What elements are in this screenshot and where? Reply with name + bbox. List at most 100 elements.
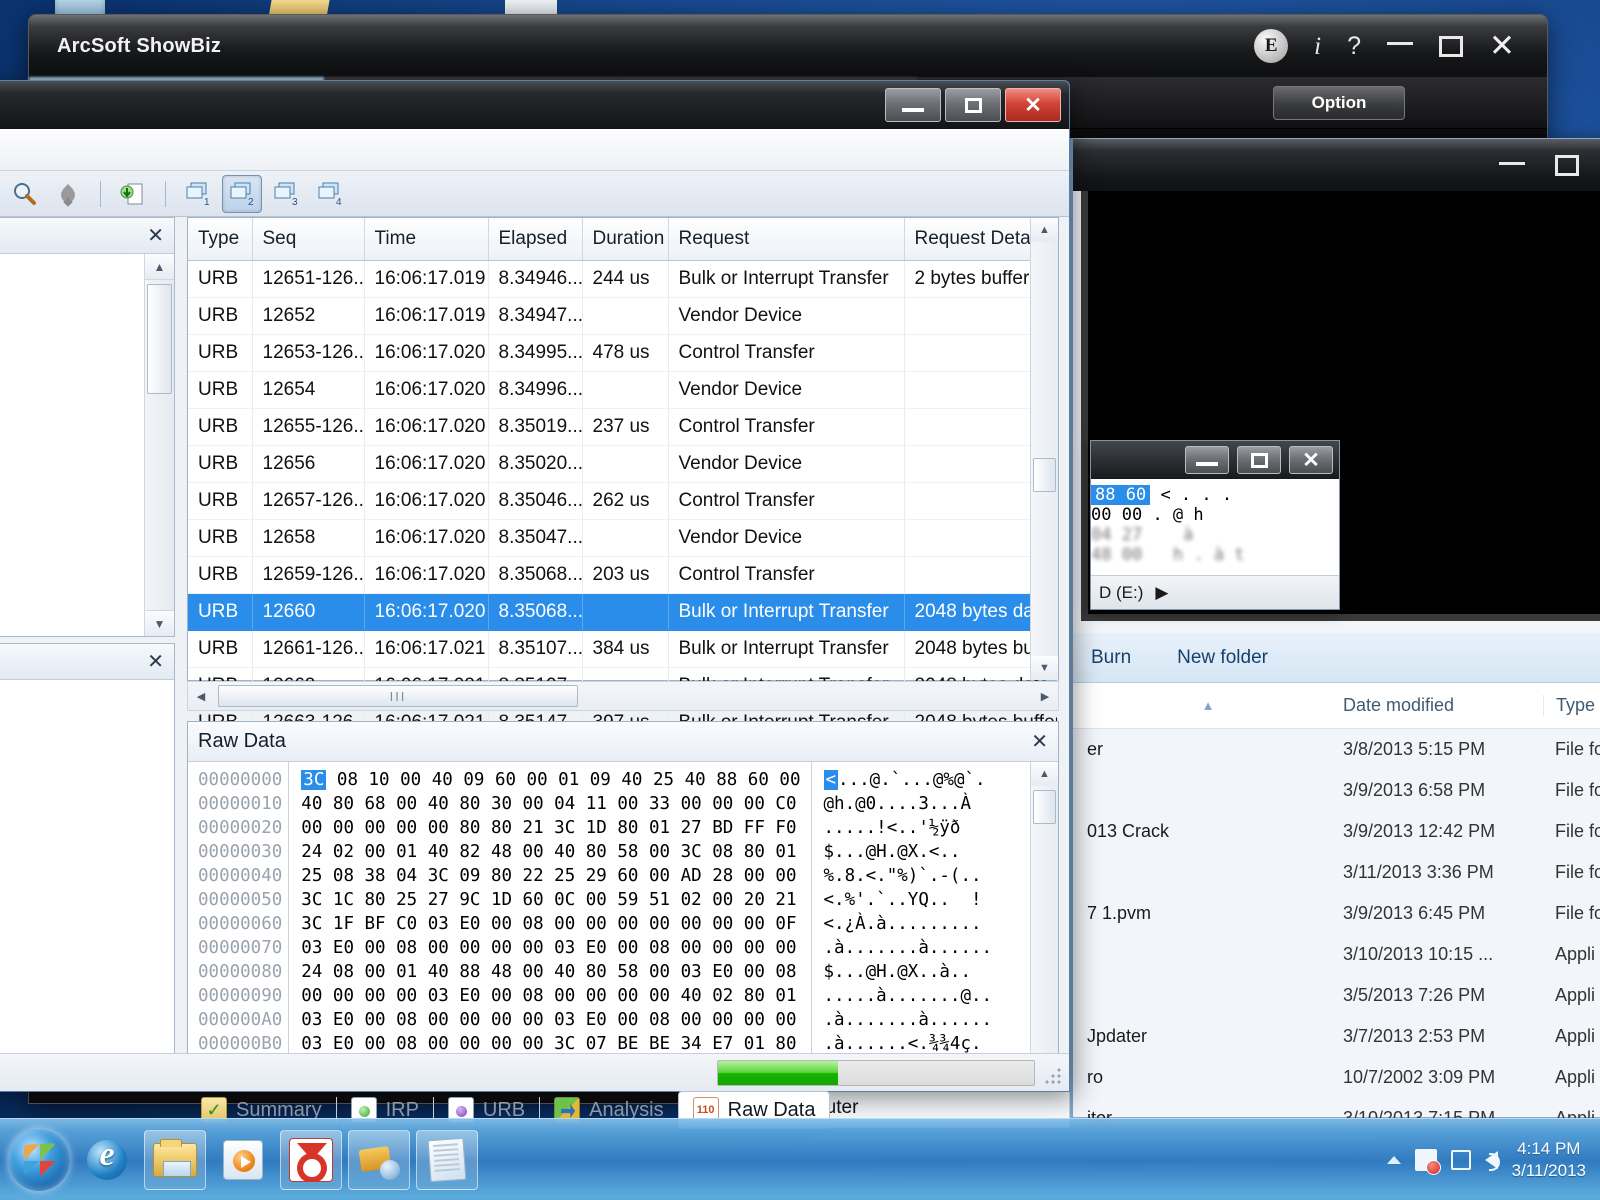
usb-monitor-titlebar[interactable]: ✕	[0, 81, 1069, 129]
devices-pane[interactable]: ✕ er - 2658 n Device ▲ ▼	[0, 217, 175, 637]
notepad-icon[interactable]	[416, 1129, 478, 1190]
hex-bytes-column[interactable]: 3C 08 10 00 40 09 60 00 01 09 40 25 40 8…	[288, 762, 801, 1078]
hex-bytes-row[interactable]: 3C 1F BF C0 03 E0 00 08 00 00 00 00 00 0…	[301, 912, 800, 936]
info-icon[interactable]: i	[1314, 34, 1321, 59]
hex-bytes-row[interactable]: 03 E0 00 08 00 00 00 00 03 E0 00 08 00 0…	[301, 1008, 800, 1032]
hex-selected-byte[interactable]: 3C	[301, 770, 327, 790]
explorer-row[interactable]: 3/9/2013 6:58 PM File fo	[1073, 770, 1600, 811]
showbiz-window-buttons[interactable]: E i ? ✕	[1254, 29, 1533, 63]
system-tray[interactable]: 4:14 PM 3/11/2013	[1386, 1138, 1600, 1181]
close-icon[interactable]: ✕	[147, 652, 164, 672]
column-type[interactable]: Type	[1543, 695, 1600, 716]
chevron-right-icon[interactable]: ▶	[1155, 583, 1168, 603]
minimize-icon[interactable]	[1387, 41, 1414, 45]
table-row[interactable]: URB 12660 16:06:17.020 8.35068... Bulk or In…	[188, 593, 1058, 631]
hex-bytes-row[interactable]: 24 02 00 01 40 82 48 00 40 80 58 00 3C 0…	[301, 840, 800, 864]
flag-error-icon[interactable]	[1414, 1148, 1441, 1175]
minimize-icon[interactable]	[1185, 446, 1229, 474]
scroll-right-icon[interactable]: ▶	[1032, 690, 1058, 703]
explorer-row[interactable]: 7 1.pvm 3/9/2013 6:45 PM File fo	[1073, 893, 1600, 934]
e-badge-icon[interactable]: E	[1254, 29, 1289, 63]
table-row[interactable]: URB 12655-126... 16:06:17.020 8.35019... 237…	[188, 408, 1058, 446]
explorer-column-header[interactable]: ▲ Date modified Type	[1073, 683, 1600, 729]
hex-bytes-row[interactable]: 40 80 68 00 40 80 30 00 04 11 00 33 00 0…	[301, 792, 800, 816]
window-4-icon[interactable]: 4	[310, 175, 350, 213]
windows-media-player-icon[interactable]	[212, 1130, 274, 1190]
hex-viewer[interactable]: 00000000 00000010 00000020 00000030 00000040…	[188, 762, 1058, 1078]
scroll-left-icon[interactable]: ◀	[188, 690, 214, 703]
explorer-titlebar[interactable]: ✕	[1073, 139, 1600, 191]
file-name[interactable]: er	[1073, 739, 1343, 760]
window-1-icon[interactable]: 1	[178, 175, 218, 213]
explorer-row[interactable]: ro 10/7/2002 3:09 PM Appli	[1073, 1057, 1600, 1098]
usb-event-grid[interactable]: Type Seq Time Elapsed Duration Request R…	[187, 217, 1059, 779]
scroll-up-icon[interactable]: ▲	[1031, 762, 1058, 786]
column-date-modified[interactable]: Date modified	[1343, 695, 1543, 716]
resize-grip[interactable]	[1043, 1066, 1065, 1088]
table-row[interactable]: URB 12661-126... 16:06:17.021 8.35107... 384…	[188, 630, 1058, 668]
explorer-row[interactable]: Jpdater 3/7/2013 2:53 PM Appli	[1073, 1016, 1600, 1057]
grid-horizontal-scrollbar[interactable]: ◀ III ▶	[187, 681, 1059, 711]
windows-start-orb-icon[interactable]	[8, 1128, 70, 1191]
column-request[interactable]: Request	[668, 218, 905, 261]
cd-burner-icon[interactable]	[280, 1129, 342, 1190]
minimize-icon[interactable]	[885, 88, 941, 122]
devices-scrollbar[interactable]: ▲ ▼	[144, 254, 174, 636]
window-2-icon[interactable]: 2	[222, 174, 262, 213]
explorer-command-bar[interactable]: Burn New folder	[1073, 633, 1600, 683]
table-row[interactable]: URB 12658 16:06:17.020 8.35047... Vendor Dev…	[188, 519, 1058, 557]
help-icon[interactable]: ?	[1347, 33, 1361, 59]
windows-explorer-window[interactable]: ✕ Burn New folder ▲ Date modified Type e…	[1070, 138, 1600, 1200]
table-row[interactable]: URB 12659-126... 16:06:17.020 8.35068... 203…	[188, 556, 1058, 594]
minimize-icon[interactable]	[1499, 161, 1526, 165]
close-icon[interactable]: ✕	[1031, 729, 1048, 754]
table-row[interactable]: URB 12657-126... 16:06:17.020 8.35046... 262…	[188, 482, 1058, 520]
hex-bytes-row[interactable]: 03 E0 00 08 00 00 00 00 03 E0 00 08 00 0…	[301, 936, 800, 960]
close-icon[interactable]: ✕	[147, 226, 164, 246]
scroll-up-icon[interactable]: ▲	[1031, 218, 1058, 242]
column-duration[interactable]: Duration	[582, 218, 669, 261]
float-hex-titlebar[interactable]: ✕	[1091, 441, 1339, 479]
scroll-thumb[interactable]	[1033, 458, 1056, 492]
file-name[interactable]: ro	[1073, 1067, 1343, 1088]
usb-monitor-menubar[interactable]	[0, 129, 1069, 171]
explorer-row[interactable]: 3/10/2013 10:15 ... Appli	[1073, 934, 1600, 975]
maximize-icon[interactable]	[1555, 154, 1580, 176]
network-icon[interactable]	[1450, 1149, 1471, 1170]
hex-bytes-row[interactable]: 3C 1C 80 25 27 9C 1D 60 0C 00 59 51 02 0…	[301, 888, 800, 912]
clock[interactable]: 4:14 PM 3/11/2013	[1512, 1138, 1586, 1181]
windows-taskbar[interactable]: 4:14 PM 3/11/2013	[0, 1118, 1600, 1200]
column-time[interactable]: Time	[364, 218, 489, 261]
file-name[interactable]: 7 1.pvm	[1073, 903, 1343, 924]
scroll-thumb[interactable]	[147, 284, 172, 394]
scroll-down-icon[interactable]: ▼	[1031, 656, 1058, 680]
close-icon[interactable]: ✕	[1005, 88, 1061, 122]
properties-pane[interactable]: ✕	[0, 643, 175, 1063]
new-folder-button[interactable]: New folder	[1177, 647, 1268, 669]
table-row[interactable]: URB 12651-126... 16:06:17.019 8.34946... 244…	[188, 260, 1058, 298]
raw-data-pane[interactable]: Raw Data ✕ 00000000 00000010 00000020 00000…	[187, 721, 1059, 1079]
restore-icon[interactable]	[1237, 446, 1281, 474]
export-icon[interactable]	[113, 175, 153, 213]
showbiz-titlebar[interactable]: ArcSoft ShowBiz E i ? ✕	[29, 15, 1547, 77]
close-icon[interactable]: ✕	[1289, 446, 1333, 474]
column-type[interactable]: Type	[188, 218, 253, 261]
column-seq[interactable]: Seq	[252, 218, 365, 261]
scroll-thumb[interactable]: III	[218, 685, 578, 707]
speaker-icon[interactable]	[1484, 1150, 1500, 1171]
usb-monitor-toolbar[interactable]: 1 2 3 4	[0, 171, 1069, 217]
explorer-row[interactable]: er 3/8/2013 5:15 PM File fo	[1073, 729, 1600, 770]
arcsoft-showbiz-icon[interactable]	[348, 1129, 410, 1190]
table-row[interactable]: URB 12656 16:06:17.020 8.35020... Vendor Dev…	[188, 445, 1058, 483]
float-hex-drive-strip[interactable]: D (E:) ▶	[1091, 575, 1339, 609]
jump-icon[interactable]	[48, 175, 88, 213]
close-icon[interactable]: ✕	[1489, 30, 1515, 61]
window-3-icon[interactable]: 3	[266, 175, 306, 213]
windows-explorer-icon[interactable]	[144, 1129, 206, 1190]
internet-explorer-icon[interactable]	[76, 1130, 138, 1190]
column-elapsed[interactable]: Elapsed	[488, 218, 583, 261]
explorer-row[interactable]: 3/11/2013 3:36 PM File fo	[1073, 852, 1600, 893]
explorer-row[interactable]: 013 Crack 3/9/2013 12:42 PM File fo	[1073, 811, 1600, 852]
option-button[interactable]: Option	[1273, 86, 1405, 120]
properties-body[interactable]	[0, 680, 174, 1062]
